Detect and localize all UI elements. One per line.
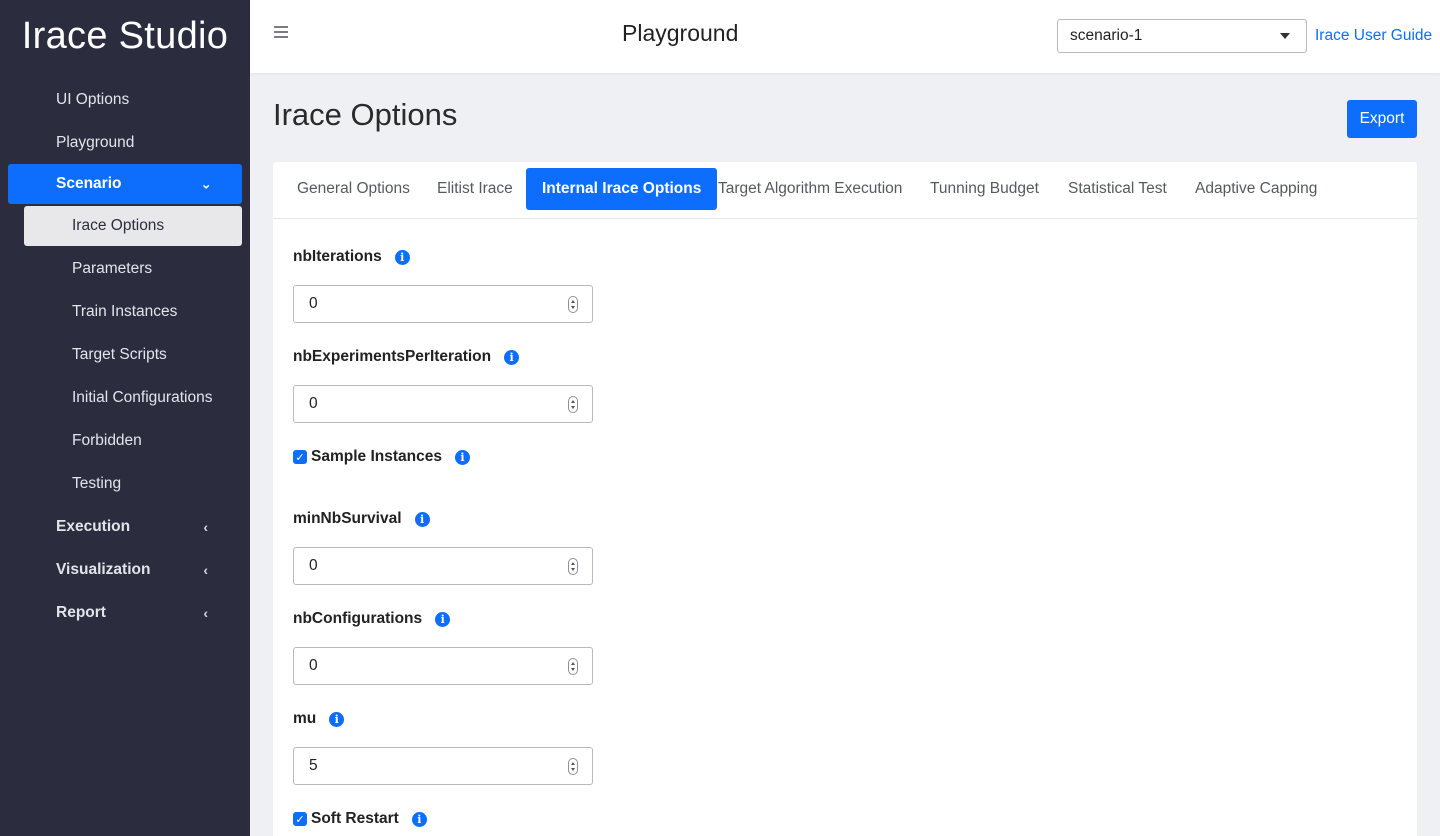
sidebar-item-forbidden[interactable]: Forbidden — [0, 419, 250, 462]
field-label-text: nbExperimentsPerIteration — [293, 348, 492, 365]
checkbox-label: Sample Instances — [311, 448, 442, 465]
minnbsurvival-label: minNbSurvival i — [293, 510, 430, 528]
field-label-text: minNbSurvival — [293, 510, 402, 527]
app-brand: Irace Studio — [21, 15, 229, 57]
info-icon[interactable]: i — [435, 611, 451, 627]
sidebar-item-initial-configurations[interactable]: Initial Configurations — [0, 376, 250, 419]
mu-label: mu i — [293, 710, 345, 728]
field-label-text: nbConfigurations — [293, 610, 423, 627]
nbconfigurations-input[interactable]: 0 — [293, 647, 593, 685]
sidebar-item-report[interactable]: Report ‹ — [0, 591, 250, 634]
info-icon[interactable]: i — [411, 811, 427, 827]
sidebar-item-train-instances[interactable]: Train Instances — [0, 290, 250, 333]
input-value: 0 — [309, 657, 318, 674]
sidebar-item-label: Playground — [56, 133, 135, 151]
sidebar-item-label: Testing — [72, 474, 122, 492]
minnbsurvival-input[interactable]: 0 — [293, 547, 593, 585]
top-bar: Playground scenario-1 Irace User Guide — [250, 0, 1440, 73]
input-value: 0 — [309, 395, 318, 412]
sidebar-item-execution[interactable]: Execution ‹ — [0, 505, 250, 548]
soft-restart-row: ✓ Soft Restart i — [293, 810, 427, 828]
sidebar-item-irace-options[interactable]: Irace Options — [24, 206, 242, 246]
sidebar-nav: UI Options Playground Scenario ⌄ Irace Op… — [0, 78, 250, 634]
field-label-text: nbIterations — [293, 248, 382, 265]
mu-input[interactable]: 5 — [293, 747, 593, 785]
nbconfigurations-label: nbConfigurations i — [293, 610, 451, 628]
input-value: 0 — [309, 295, 318, 312]
number-spinner-icon[interactable] — [568, 296, 578, 313]
sidebar-item-visualization[interactable]: Visualization ‹ — [0, 548, 250, 591]
sidebar-item-label: Report — [56, 603, 106, 621]
menu-toggle-icon[interactable] — [274, 26, 288, 38]
checkbox-label: Soft Restart — [311, 810, 399, 827]
options-card: General Options Elitist Irace Internal I… — [273, 162, 1417, 836]
sidebar-item-label: Initial Configurations — [72, 388, 213, 406]
sidebar-item-label: Visualization — [56, 560, 151, 578]
user-guide-link[interactable]: Irace User Guide — [1315, 27, 1432, 45]
nbiterations-label: nbIterations i — [293, 248, 410, 266]
export-button[interactable]: Export — [1347, 100, 1417, 138]
number-spinner-icon[interactable] — [568, 396, 578, 413]
chevron-left-icon: ‹ — [203, 604, 208, 621]
sidebar-item-label: Train Instances — [72, 302, 178, 320]
info-icon[interactable]: i — [329, 711, 345, 727]
tab-tunning-budget[interactable]: Tunning Budget — [930, 168, 1039, 210]
tab-statistical-test[interactable]: Statistical Test — [1068, 168, 1167, 210]
number-spinner-icon[interactable] — [568, 758, 578, 775]
sidebar-item-target-scripts[interactable]: Target Scripts — [0, 333, 250, 376]
number-spinner-icon[interactable] — [568, 658, 578, 675]
chevron-left-icon: ‹ — [203, 561, 208, 578]
sample-instances-checkbox[interactable]: ✓ — [293, 450, 307, 464]
soft-restart-checkbox[interactable]: ✓ — [293, 812, 307, 826]
info-icon[interactable]: i — [414, 511, 430, 527]
page-title: Irace Options — [273, 97, 458, 132]
tab-adaptive-capping[interactable]: Adaptive Capping — [1195, 168, 1317, 210]
sidebar-item-label: Parameters — [72, 259, 153, 277]
sidebar-item-scenario[interactable]: Scenario ⌄ — [8, 164, 242, 204]
scenario-select-value: scenario-1 — [1070, 27, 1143, 44]
sidebar-item-label: UI Options — [56, 90, 130, 108]
sidebar-item-label: Irace Options — [72, 217, 165, 234]
sidebar-item-testing[interactable]: Testing — [0, 462, 250, 505]
sidebar-item-label: Target Scripts — [72, 345, 167, 363]
scenario-select[interactable]: scenario-1 — [1057, 19, 1307, 53]
sidebar-item-label: Scenario — [56, 175, 122, 192]
sidebar-item-playground[interactable]: Playground — [0, 121, 250, 164]
tab-target-algorithm-execution[interactable]: Target Algorithm Execution — [718, 168, 902, 210]
input-value: 5 — [309, 757, 318, 774]
info-icon[interactable]: i — [394, 249, 410, 265]
field-label-text: mu — [293, 710, 317, 727]
nbexperimentsperiteration-input[interactable]: 0 — [293, 385, 593, 423]
sidebar-item-label: Execution — [56, 517, 131, 535]
sidebar-item-ui-options[interactable]: UI Options — [0, 78, 250, 121]
tab-bar: General Options Elitist Irace Internal I… — [273, 162, 1417, 219]
info-icon[interactable]: i — [504, 349, 520, 365]
tab-general-options[interactable]: General Options — [297, 168, 410, 210]
nbiterations-input[interactable]: 0 — [293, 285, 593, 323]
chevron-left-icon: ‹ — [203, 518, 208, 535]
tab-elitist-irace[interactable]: Elitist Irace — [437, 168, 513, 210]
input-value: 0 — [309, 557, 318, 574]
sidebar-item-label: Forbidden — [72, 431, 142, 449]
sidebar: Irace Studio UI Options Playground Scena… — [0, 0, 250, 836]
sidebar-item-parameters[interactable]: Parameters — [0, 247, 250, 290]
tab-internal-irace-options[interactable]: Internal Irace Options — [526, 168, 718, 210]
nbexperimentsperiteration-label: nbExperimentsPerIteration i — [293, 348, 520, 366]
number-spinner-icon[interactable] — [568, 558, 578, 575]
info-icon[interactable]: i — [454, 449, 470, 465]
chevron-down-icon: ⌄ — [200, 175, 212, 192]
top-bar-title: Playground — [622, 20, 739, 46]
sample-instances-row: ✓ Sample Instances i — [293, 448, 470, 466]
caret-down-icon — [1280, 33, 1290, 39]
